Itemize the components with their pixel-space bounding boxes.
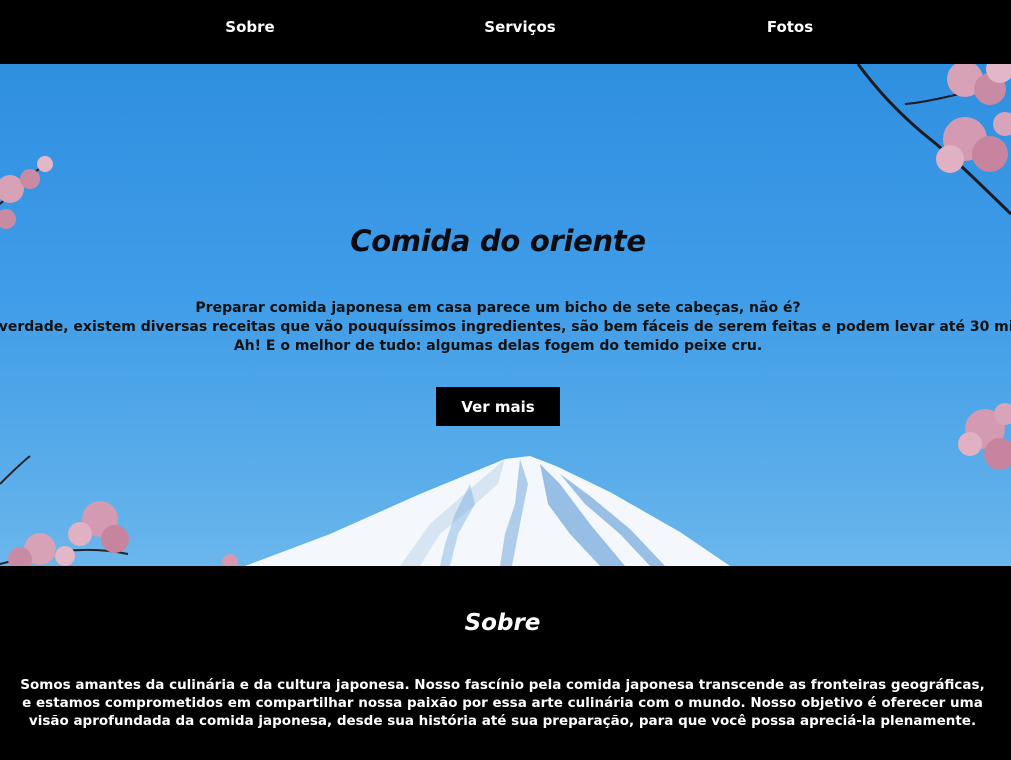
cherry-blossom-branch-top-right <box>856 64 1011 216</box>
hero-title: Comida do oriente <box>350 224 646 258</box>
hero-description-line: Mas, na verdade, existem diversas receit… <box>0 319 1011 335</box>
cherry-blossom-branch-bottom-left <box>0 455 238 566</box>
nav-link-fotos[interactable]: Fotos <box>767 18 813 36</box>
ver-mais-button[interactable]: Ver mais <box>436 387 560 426</box>
cherry-blossom-branch-top-left <box>0 156 53 229</box>
hero-description-line: Ah! E o melhor de tudo: algumas delas fo… <box>233 338 763 354</box>
nav-link-servicos[interactable]: Serviços <box>484 18 555 36</box>
about-section: Sobre Somos amantes da culinária e da cu… <box>0 566 1011 760</box>
about-text: Somos amantes da culinária e da cultura … <box>20 677 985 729</box>
top-nav: Sobre Serviços Fotos <box>0 0 1011 64</box>
mountain-illustration <box>245 456 730 566</box>
about-title: Sobre <box>464 610 541 636</box>
cherry-blossom-branch-right <box>958 403 1011 470</box>
hero-description-line: Preparar comida japonesa em casa parece … <box>195 300 801 316</box>
nav-link-sobre[interactable]: Sobre <box>225 18 274 36</box>
hero-description: Preparar comida japonesa em casa parece … <box>0 299 1011 356</box>
hero-section: Comida do oriente Preparar comida japone… <box>0 64 1011 566</box>
